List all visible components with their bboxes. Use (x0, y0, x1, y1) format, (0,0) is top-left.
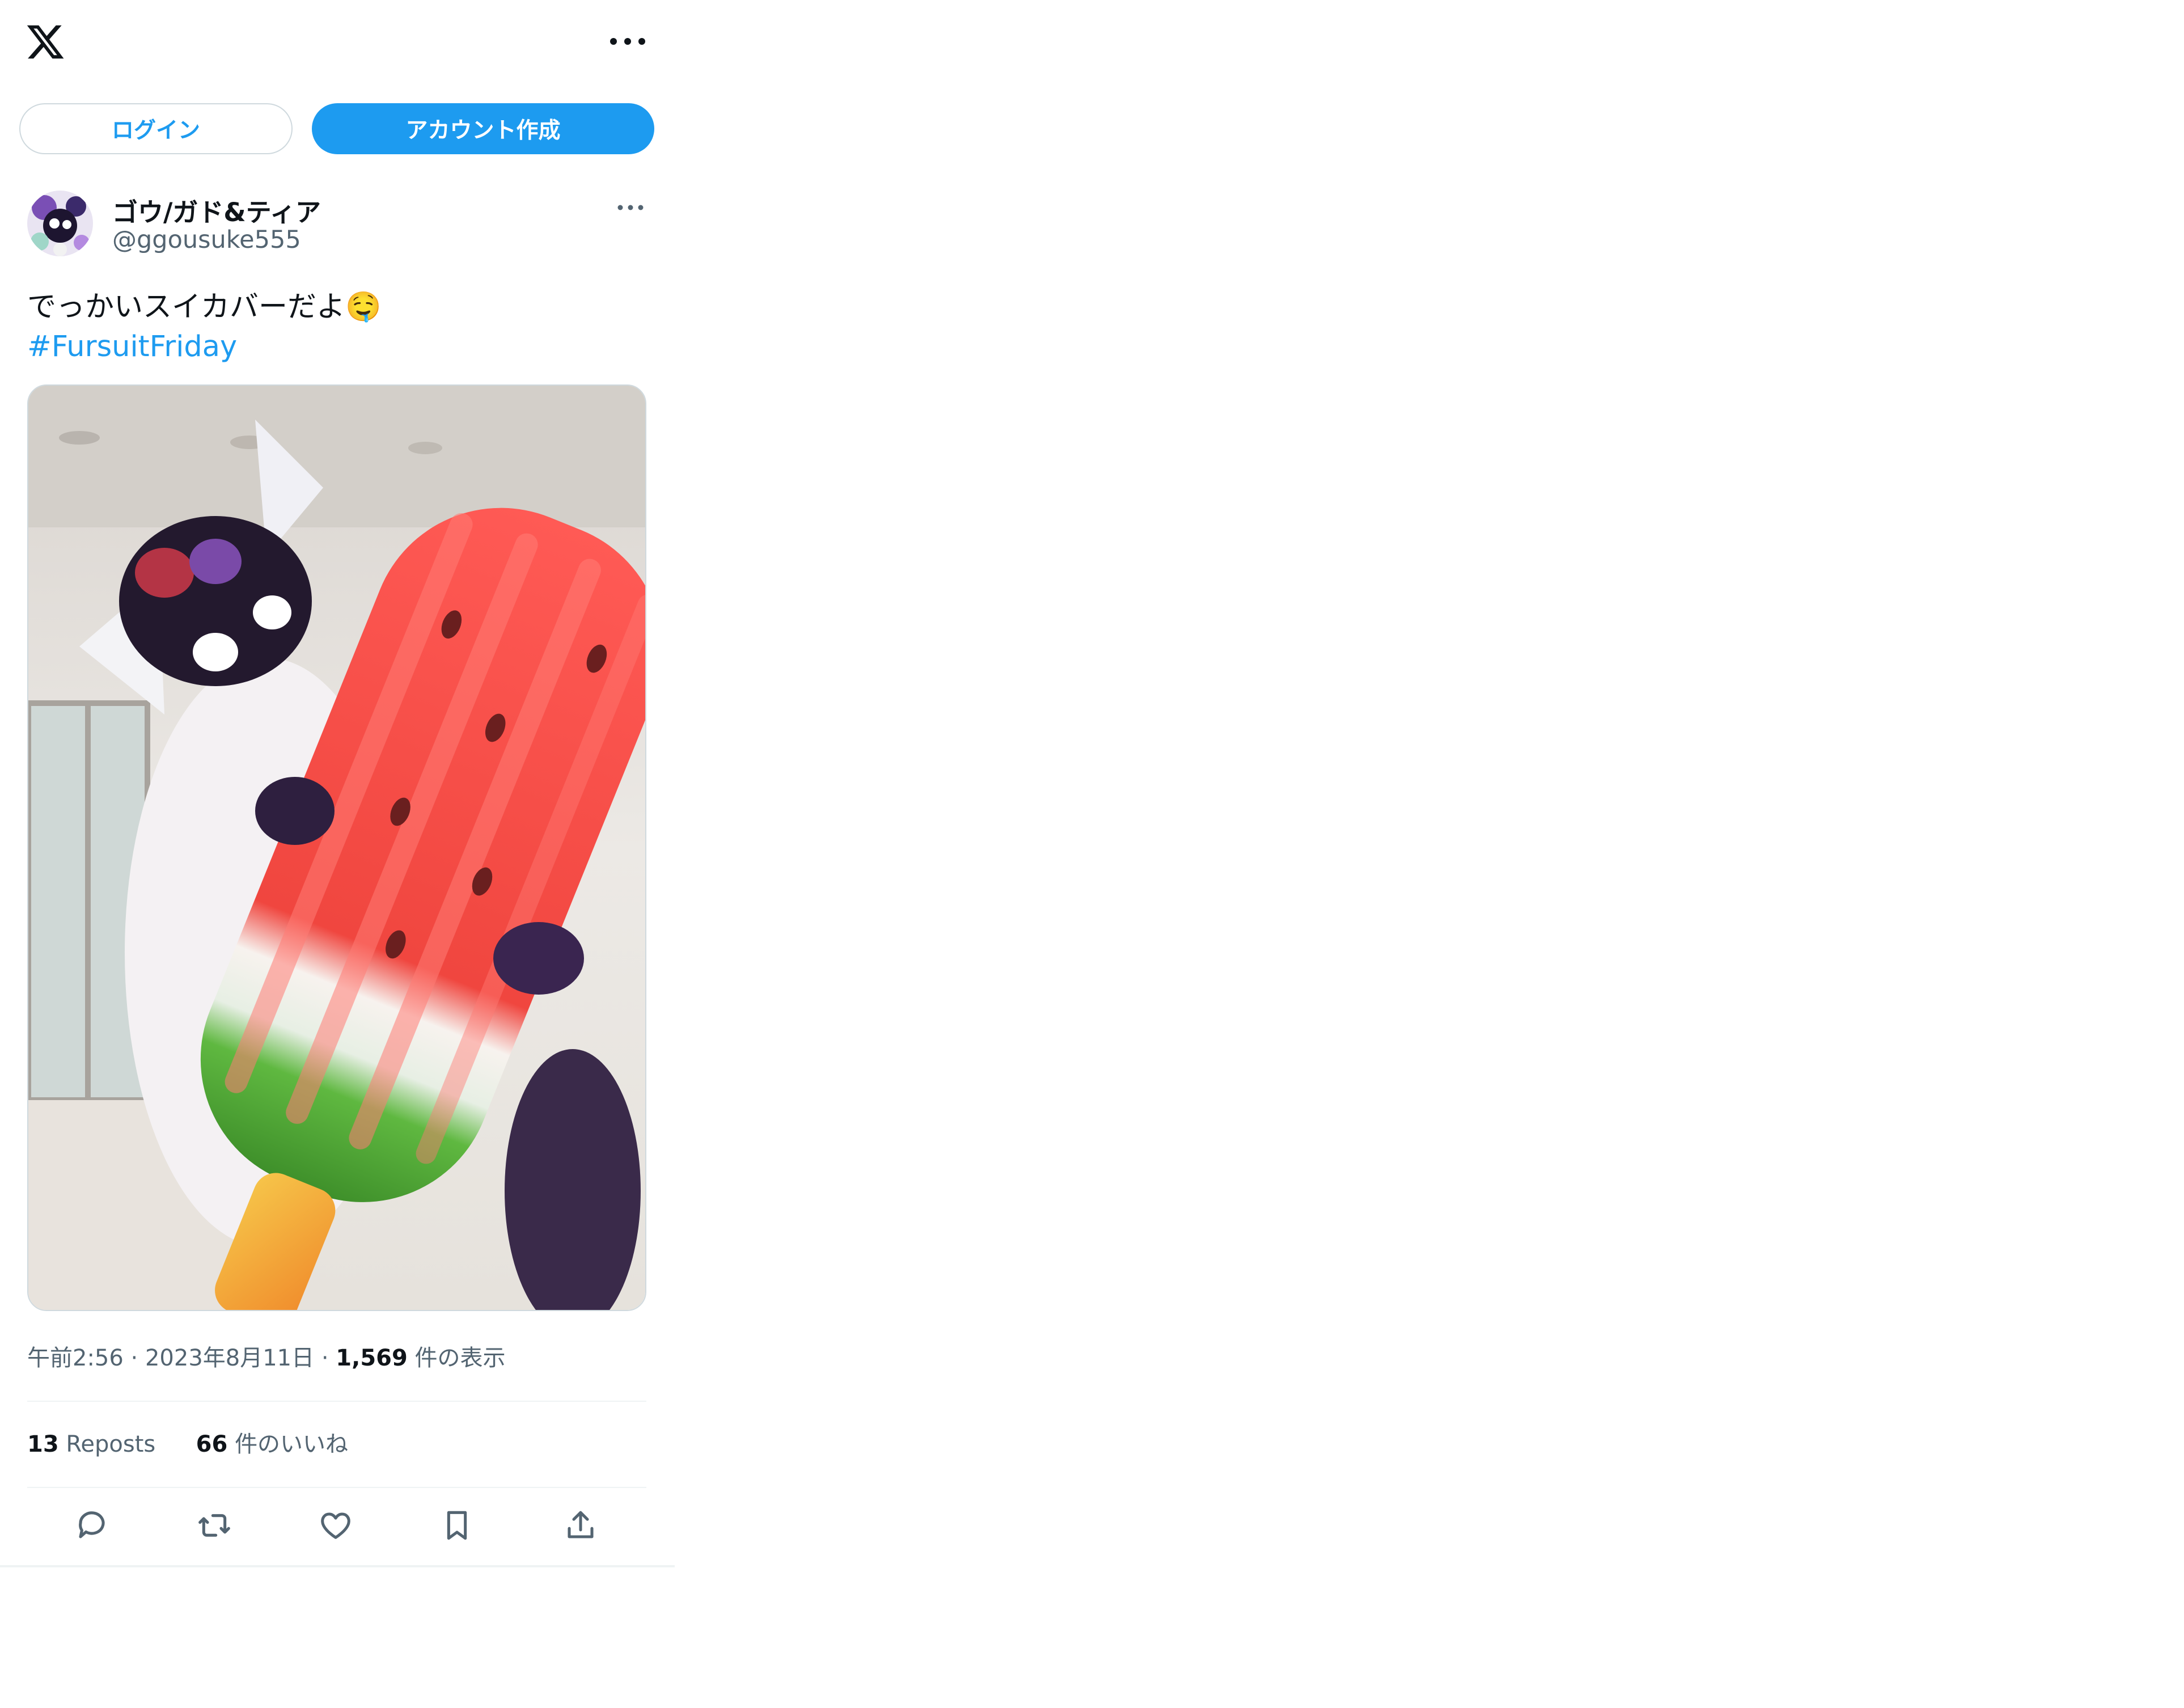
reply-icon[interactable] (74, 1507, 110, 1544)
divider (27, 1487, 646, 1488)
avatar[interactable] (27, 191, 93, 256)
more-horizontal-icon[interactable] (608, 33, 647, 50)
signup-button[interactable]: アカウント作成 (312, 103, 654, 154)
reposts-count: 13 (27, 1431, 59, 1457)
likes-stat[interactable]: 66 件のいいね (196, 1431, 348, 1457)
tweet-date[interactable]: 2023年8月11日 (145, 1345, 314, 1371)
repost-icon[interactable] (196, 1507, 232, 1544)
share-icon[interactable] (562, 1507, 599, 1544)
tweet-column: ログイン アカウント作成 ゴウ/ガド&ティア @ggousuke555 でっかい… (0, 0, 675, 1567)
tweet-stats: 13 Reposts 66 件のいいね (27, 1426, 348, 1458)
hashtag-link[interactable]: #FursuitFriday (27, 327, 237, 367)
author-display-name[interactable]: ゴウ/ガド&ティア (112, 192, 321, 229)
tweet-photo[interactable] (27, 384, 646, 1311)
likes-label: 件のいいね (235, 1431, 349, 1457)
author-handle[interactable]: @ggousuke555 (112, 226, 301, 254)
views-count: 1,569 (336, 1345, 408, 1371)
reposts-label: Reposts (66, 1431, 156, 1457)
tweet-time[interactable]: 午前2:56 (27, 1345, 124, 1371)
bookmark-icon[interactable] (439, 1507, 475, 1544)
like-icon[interactable] (318, 1507, 354, 1544)
tweet-meta: 午前2:56 · 2023年8月11日 · 1,569 件の表示 (27, 1339, 506, 1372)
views-label: 件の表示 (414, 1345, 506, 1371)
likes-count: 66 (196, 1431, 228, 1457)
x-logo-icon[interactable] (25, 22, 66, 62)
tweet-more-icon[interactable] (617, 202, 644, 213)
reposts-stat[interactable]: 13 Reposts (27, 1431, 163, 1457)
meta-separator: · (321, 1345, 336, 1371)
tweet-text: でっかいスイカバーだよ🤤 (27, 290, 382, 324)
meta-separator: · (130, 1345, 145, 1371)
divider (27, 1401, 646, 1402)
login-button[interactable]: ログイン (19, 103, 293, 154)
